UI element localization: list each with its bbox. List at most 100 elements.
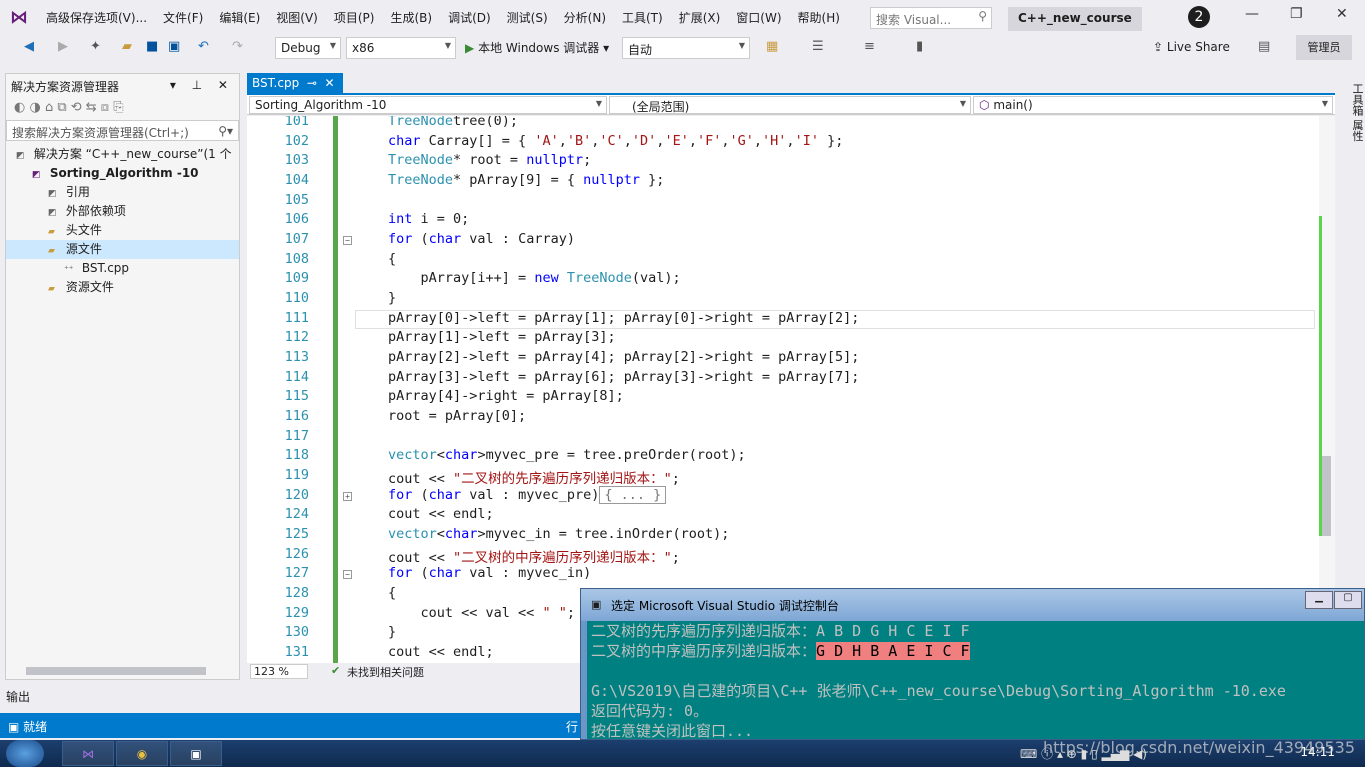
selected-text: G D H B A E I C F xyxy=(816,642,970,660)
menu-item[interactable]: 高级保存选项(V)... xyxy=(38,9,155,26)
code-token: ; xyxy=(583,152,592,169)
code-token: } xyxy=(388,290,397,307)
code-line: cout << "二叉树的中序遍历序列递归版本："; xyxy=(388,546,680,566)
solution-tree: ◩ 解决方案 “C++_new_course”(1 个 ◩ Sorting_Alg… xyxy=(6,145,239,297)
line-number: 128 xyxy=(284,585,309,602)
comment-icon[interactable]: ≡ xyxy=(864,39,875,54)
code-token: cout << endl; xyxy=(388,506,494,523)
indent-icon[interactable]: ☰ xyxy=(812,39,824,54)
tree-item[interactable]: ▰ 源文件 xyxy=(6,240,239,259)
member-nav-select[interactable]: ⬡ main() ▼ xyxy=(973,96,1333,114)
tree-item[interactable]: ◩ 外部依赖项 xyxy=(6,202,239,221)
code-editor[interactable]: 101 TreeNodetree(0); 102 char Carray[] = { … xyxy=(247,116,1319,663)
code-token: vector xyxy=(388,526,437,543)
open-folder-icon[interactable]: ▰ xyxy=(122,39,132,54)
home-icon[interactable]: ◐ ◑ ⌂ ⧉ ⟲ ⇆ ⧈ ⎘ xyxy=(14,100,124,115)
menu-item[interactable]: 测试(S) xyxy=(499,9,556,26)
menu-item[interactable]: 文件(F) xyxy=(155,9,211,26)
menu-item[interactable]: 视图(V) xyxy=(268,9,326,26)
tree-item[interactable]: ⁺⁺ BST.cpp xyxy=(6,259,239,278)
search-input[interactable]: 搜索 Visual... ⚲ xyxy=(870,7,992,29)
line-number: 119 xyxy=(284,467,309,484)
notifications-badge[interactable]: 2 xyxy=(1188,6,1210,28)
collapsed-block[interactable]: { ... } xyxy=(599,485,667,504)
save-icon[interactable]: ■ xyxy=(146,39,158,54)
config-select[interactable]: Debug ▼ xyxy=(275,37,341,59)
output-panel-tab[interactable]: 输出 xyxy=(0,686,580,706)
code-token: "二叉树的中序遍历序列递归版本：" xyxy=(453,549,672,566)
solution-config-select[interactable]: 自动 ▼ xyxy=(622,37,750,59)
pin-icon[interactable]: ⊸ xyxy=(307,76,317,90)
code-token: , xyxy=(721,132,730,149)
solution-search-input[interactable]: 搜索解决方案资源管理器(Ctrl+;) ⚲▾ xyxy=(6,120,239,141)
expand-icon[interactable]: + xyxy=(343,491,352,501)
undo-icon[interactable]: ↶ xyxy=(198,39,209,54)
minimize-button[interactable]: — xyxy=(1245,6,1259,22)
tree-item[interactable]: ▰ 资源文件 xyxy=(6,278,239,297)
vertical-scrollbar[interactable] xyxy=(1319,116,1335,663)
live-share-button[interactable]: ⇪ Live Share xyxy=(1153,40,1230,54)
redo-icon[interactable]: ↷ xyxy=(232,39,243,54)
line-number: 103 xyxy=(284,152,309,169)
back-icon[interactable]: ◀ xyxy=(24,39,34,54)
admin-button[interactable]: 管理员 xyxy=(1296,35,1352,60)
code-token: tree(0); xyxy=(453,116,519,129)
code-line: pArray[i++] = new TreeNode(val); xyxy=(388,270,681,286)
project-nav-select[interactable]: Sorting_Algorithm -10 ▼ xyxy=(249,96,607,114)
menu-item[interactable]: 帮助(H) xyxy=(790,9,848,26)
tab-bst-cpp[interactable]: BST.cpp ⊸ ✕ xyxy=(247,73,343,93)
code-line: { xyxy=(388,251,396,267)
menu-item[interactable]: 扩展(X) xyxy=(671,9,729,26)
pane-controls[interactable]: ▾ ⊥ ✕ xyxy=(170,78,234,92)
taskbar-visual-studio[interactable]: ⋈ xyxy=(62,741,114,766)
line-number: 108 xyxy=(284,250,309,267)
line-number: 131 xyxy=(284,644,309,661)
menu-item[interactable]: 调试(D) xyxy=(440,9,499,26)
taskbar-console[interactable]: ▣ xyxy=(170,741,222,766)
taskbar-chrome[interactable]: ◉ xyxy=(116,741,168,766)
menu-item[interactable]: 生成(B) xyxy=(382,9,440,26)
platform-select[interactable]: x86 ▼ xyxy=(346,37,456,59)
menu-item[interactable]: 编辑(E) xyxy=(211,9,268,26)
menu-item[interactable]: 项目(P) xyxy=(326,9,383,26)
tree-item[interactable]: ◩ 解决方案 “C++_new_course”(1 个 xyxy=(6,145,239,164)
bookmark-icon[interactable]: ▮ xyxy=(916,39,923,54)
zoom-select[interactable]: 123 % xyxy=(250,664,308,679)
menu-item[interactable]: 分析(N) xyxy=(556,9,614,26)
line-number: 106 xyxy=(284,211,309,228)
close-button[interactable]: ✕ xyxy=(1336,6,1348,22)
menu-item[interactable]: 窗口(W) xyxy=(728,9,789,26)
horizontal-scrollbar[interactable] xyxy=(26,667,206,675)
restore-button[interactable]: ❐ xyxy=(1290,6,1303,22)
code-token: for xyxy=(388,231,413,248)
new-project-icon[interactable]: ✦ xyxy=(90,39,101,54)
chevron-down-icon: ▼ xyxy=(444,41,451,50)
collapse-icon[interactable]: − xyxy=(343,236,352,246)
close-tab-icon[interactable]: ✕ xyxy=(325,76,335,90)
console-maximize-button[interactable]: ▢ xyxy=(1334,591,1362,609)
tree-item[interactable]: ◩ Sorting_Algorithm -10 xyxy=(6,164,239,183)
scope-nav-select[interactable]: (全局范围) ▼ xyxy=(609,96,971,114)
start-button[interactable] xyxy=(6,740,44,767)
feedback-icon[interactable]: ▤ xyxy=(1258,39,1270,54)
code-token: root = pArray[0]; xyxy=(388,408,527,425)
code-token: * pArray[9] = { xyxy=(453,172,584,188)
debug-console-window[interactable]: 选定 Microsoft Visual Studio 调试控制台 ▣ ▁ ▢ 二… xyxy=(580,588,1365,740)
tool-icon[interactable]: ▦ xyxy=(766,39,778,54)
code-line: vector<char>myvec_in = tree.inOrder(root… xyxy=(388,526,729,542)
tree-item[interactable]: ◩ 引用 xyxy=(6,183,239,202)
code-token: "二叉树的先序遍历序列递归版本：" xyxy=(453,471,672,488)
code-token: ; xyxy=(566,604,575,621)
tree-item[interactable]: ▰ 头文件 xyxy=(6,221,239,240)
line-number: 118 xyxy=(284,447,309,464)
chevron-down-icon: ▼ xyxy=(1321,99,1328,108)
console-minimize-button[interactable]: ▁ xyxy=(1305,591,1333,609)
save-all-icon[interactable]: ▣ xyxy=(168,39,180,54)
collapse-icon[interactable]: − xyxy=(343,570,352,580)
issues-status[interactable]: 未找到相关问题 xyxy=(347,664,424,680)
menu-item[interactable]: 工具(T) xyxy=(614,9,671,26)
share-icon: ⇪ xyxy=(1153,40,1164,54)
code-line: cout << endl; xyxy=(388,644,494,660)
start-debugging-button[interactable]: ▶ 本地 Windows 调试器 ▾ xyxy=(465,39,609,56)
forward-icon[interactable]: ▶ xyxy=(58,39,68,54)
